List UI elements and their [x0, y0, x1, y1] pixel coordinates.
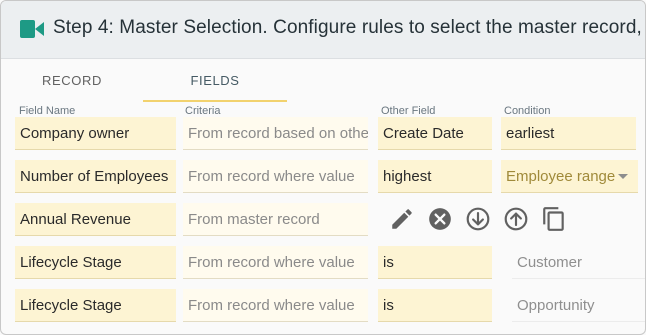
criteria-select[interactable]: From record where value	[183, 160, 368, 193]
step-title: Step 4: Master Selection. Configure rule…	[53, 17, 646, 38]
other-field-select[interactable]: is	[378, 289, 492, 322]
other-field-select[interactable]: Create Date	[378, 117, 492, 150]
field-name-cell[interactable]: Lifecycle Stage	[15, 289, 176, 322]
dialog-frame: Step 4: Master Selection. Configure rule…	[0, 0, 646, 335]
criteria-select[interactable]: From master record	[183, 203, 368, 236]
criteria-select[interactable]: From record where value	[183, 246, 368, 279]
field-name-cell[interactable]: Number of Employees	[15, 160, 176, 193]
copy-icon[interactable]	[541, 206, 567, 232]
condition-dropdown[interactable]: Employee range	[501, 160, 638, 193]
column-header-other-field: Other Field	[381, 105, 436, 117]
tab-fields[interactable]: FIELDS	[143, 59, 287, 102]
edit-icon[interactable]	[389, 206, 415, 232]
other-field-select[interactable]: highest	[378, 160, 492, 193]
video-camera-icon	[20, 20, 44, 43]
field-name-cell[interactable]: Company owner	[15, 117, 176, 150]
active-tab-indicator	[143, 100, 287, 102]
step-header: Step 4: Master Selection. Configure rule…	[1, 1, 645, 59]
criteria-select[interactable]: From record where value	[183, 289, 368, 322]
field-name-cell[interactable]: Annual Revenue	[15, 203, 176, 236]
condition-input[interactable]: Customer	[512, 246, 645, 279]
tab-record[interactable]: RECORD	[1, 59, 143, 102]
cancel-icon[interactable]	[427, 206, 453, 232]
dropdown-arrow-icon[interactable]	[618, 174, 628, 179]
column-header-field-name: Field Name	[19, 105, 76, 117]
field-name-cell[interactable]: Lifecycle Stage	[15, 246, 176, 279]
condition-select[interactable]: earliest	[501, 117, 636, 150]
move-up-icon[interactable]	[503, 206, 529, 232]
criteria-select[interactable]: From record based on other	[183, 117, 368, 150]
move-down-icon[interactable]	[465, 206, 491, 232]
other-field-select[interactable]: is	[378, 246, 492, 279]
column-header-criteria: Criteria	[185, 105, 221, 117]
condition-input[interactable]: Opportunity	[512, 289, 645, 322]
condition-dropdown-value: Employee range	[506, 168, 616, 185]
column-header-condition: Condition	[504, 105, 551, 117]
tab-bar: RECORD FIELDS	[1, 59, 645, 102]
